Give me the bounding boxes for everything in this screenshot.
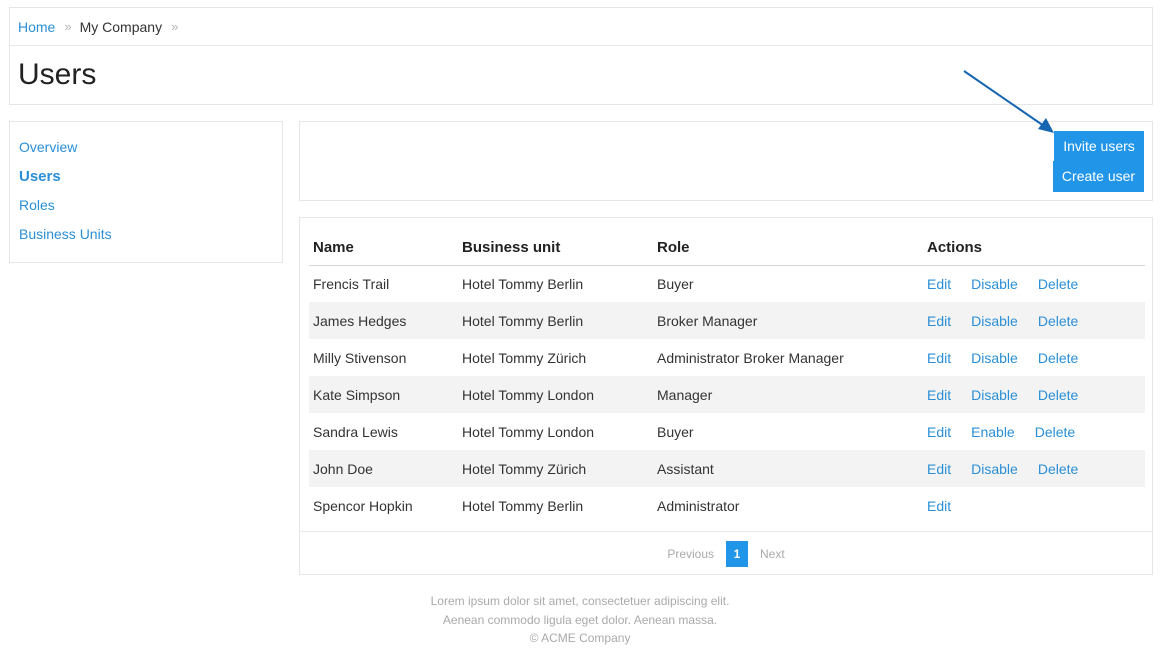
cell-role: Administrator Broker Manager xyxy=(657,349,844,366)
cell-name: Frencis Trail xyxy=(313,275,390,292)
pagination-next[interactable]: Next xyxy=(760,547,785,561)
disable-link[interactable]: Disable xyxy=(971,387,1018,403)
cell-role: Broker Manager xyxy=(653,302,923,339)
cell-role: Administrator xyxy=(657,497,740,514)
delete-link[interactable]: Delete xyxy=(1038,461,1078,477)
cell-name: Milly Stivenson xyxy=(313,349,407,366)
pagination: Previous 1 Next xyxy=(300,531,1152,575)
sidebar-nav: Overview Users Roles Business Units xyxy=(9,121,283,263)
sidebar-item-roles[interactable]: Roles xyxy=(10,191,282,220)
cell-actions: Edit Disable Delete xyxy=(923,376,1145,413)
table-row: Kate Simpson Hotel Tommy London Manager … xyxy=(309,376,1145,413)
column-header-actions: Actions xyxy=(923,227,1145,266)
delete-link[interactable]: Delete xyxy=(1035,424,1075,440)
cell-name: Spencor Hopkin xyxy=(313,497,413,514)
invite-users-button[interactable]: Invite users xyxy=(1054,131,1144,161)
edit-link[interactable]: Edit xyxy=(927,276,951,292)
table-row: Sandra Lewis Hotel Tommy London Buyer Ed… xyxy=(309,413,1145,450)
delete-link[interactable]: Delete xyxy=(1038,313,1078,329)
footer-line: Lorem ipsum dolor sit amet, consectetuer… xyxy=(430,594,730,608)
delete-link[interactable]: Delete xyxy=(1038,350,1078,366)
footer-line: Aenean commodo ligula eget dolor. Aenean… xyxy=(442,612,718,627)
edit-link[interactable]: Edit xyxy=(927,424,951,440)
cell-role: Assistant xyxy=(653,450,923,487)
breadcrumb: Home » My Company » xyxy=(10,8,1152,46)
cell-business-unit: Hotel Tommy London xyxy=(462,423,595,440)
breadcrumb-my-company[interactable]: My Company xyxy=(80,19,162,35)
edit-link[interactable]: Edit xyxy=(927,313,951,329)
pagination-previous[interactable]: Previous xyxy=(667,547,714,561)
enable-link[interactable]: Enable xyxy=(971,424,1015,440)
footer: Lorem ipsum dolor sit amet, consectetuer… xyxy=(0,592,1160,648)
table-row: Frencis Trail Hotel Tommy Berlin Buyer E… xyxy=(309,265,1145,302)
annotation-arrow-icon xyxy=(963,70,1054,133)
cell-business-unit: Hotel Tommy Zürich xyxy=(462,349,587,366)
delete-link[interactable]: Delete xyxy=(1038,387,1078,403)
cell-actions: Edit Enable Delete xyxy=(923,413,1145,450)
footer-copyright: © ACME Company xyxy=(529,631,631,645)
table-header-row: Name Business unit Role Actions xyxy=(309,227,1145,266)
breadcrumb-separator: » xyxy=(64,19,71,34)
cell-role: Buyer xyxy=(657,275,694,292)
cell-actions: Edit xyxy=(923,487,1145,524)
disable-link[interactable]: Disable xyxy=(971,461,1018,477)
edit-link[interactable]: Edit xyxy=(927,498,951,514)
cell-role: Buyer xyxy=(657,423,694,440)
column-header-role[interactable]: Role xyxy=(653,227,923,266)
cell-business-unit: Hotel Tommy Berlin xyxy=(462,497,584,514)
cell-name: Sandra Lewis xyxy=(313,423,398,440)
cell-business-unit: Hotel Tommy London xyxy=(458,376,653,413)
pagination-page-current[interactable]: 1 xyxy=(726,540,748,567)
cell-name: Kate Simpson xyxy=(309,376,458,413)
table-row: John Doe Hotel Tommy Zürich Assistant Ed… xyxy=(309,450,1145,487)
cell-name: John Doe xyxy=(309,450,458,487)
breadcrumb-separator: » xyxy=(171,19,178,34)
table-row: James Hedges Hotel Tommy Berlin Broker M… xyxy=(309,302,1145,339)
users-table: Name Business unit Role Actions Frencis … xyxy=(309,227,1145,524)
cell-role: Manager xyxy=(653,376,923,413)
breadcrumb-home-link[interactable]: Home xyxy=(18,19,55,35)
cell-actions: Edit Disable Delete xyxy=(923,265,1145,302)
users-table-panel: Name Business unit Role Actions Frencis … xyxy=(299,217,1153,575)
cell-name: James Hedges xyxy=(309,302,458,339)
cell-actions: Edit Disable Delete xyxy=(923,339,1145,376)
cell-actions: Edit Disable Delete xyxy=(923,450,1145,487)
sidebar-item-overview[interactable]: Overview xyxy=(10,133,282,162)
cell-business-unit: Hotel Tommy Berlin xyxy=(462,275,584,292)
disable-link[interactable]: Disable xyxy=(971,276,1018,292)
cell-business-unit: Hotel Tommy Berlin xyxy=(458,302,653,339)
disable-link[interactable]: Disable xyxy=(971,313,1018,329)
column-header-name[interactable]: Name xyxy=(309,227,458,266)
delete-link[interactable]: Delete xyxy=(1038,276,1078,292)
sidebar-item-business-units[interactable]: Business Units xyxy=(10,220,282,249)
column-header-business-unit[interactable]: Business unit xyxy=(458,227,653,266)
disable-link[interactable]: Disable xyxy=(971,350,1018,366)
table-row: Spencor Hopkin Hotel Tommy Berlin Admini… xyxy=(309,487,1145,524)
sidebar-item-users[interactable]: Users xyxy=(10,162,282,191)
edit-link[interactable]: Edit xyxy=(927,461,951,477)
table-row: Milly Stivenson Hotel Tommy Zürich Admin… xyxy=(309,339,1145,376)
cell-business-unit: Hotel Tommy Zürich xyxy=(458,450,653,487)
edit-link[interactable]: Edit xyxy=(927,387,951,403)
cell-actions: Edit Disable Delete xyxy=(923,302,1145,339)
create-user-button[interactable]: Create user xyxy=(1053,161,1144,192)
edit-link[interactable]: Edit xyxy=(927,350,951,366)
